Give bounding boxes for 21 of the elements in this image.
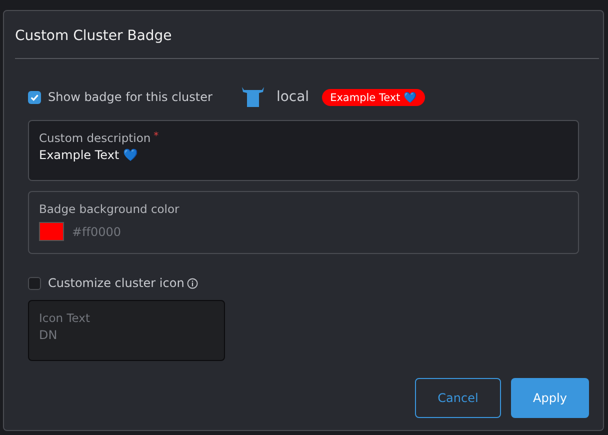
cluster-name: local (276, 89, 310, 105)
checkbox[interactable] (28, 276, 41, 290)
color-swatch[interactable] (39, 222, 64, 241)
apply-button[interactable]: Apply (511, 378, 589, 418)
checkbox-label: Customize cluster icon (48, 276, 184, 290)
field-value: Example Text 💙 (39, 148, 139, 162)
checkbox-label: Show badge for this cluster (48, 90, 212, 104)
bull-icon (241, 86, 266, 108)
checkbox[interactable] (28, 90, 41, 104)
field-value: DN (39, 328, 58, 342)
field-label: Badge background color (39, 202, 180, 216)
field-label: Custom description (39, 131, 151, 145)
cancel-button[interactable]: Cancel (415, 378, 501, 418)
description-field[interactable]: Custom description * Example Text 💙 (28, 120, 579, 181)
info-icon[interactable] (187, 278, 198, 288)
cluster-badge: Example Text 💙 (322, 88, 425, 106)
required-mark: * (154, 131, 159, 142)
dialog-title: Custom Cluster Badge (15, 11, 599, 59)
color-field[interactable]: Badge background color #ff0000 (28, 191, 579, 254)
color-value: #ff0000 (72, 224, 122, 238)
field-label: Icon Text (39, 311, 91, 325)
